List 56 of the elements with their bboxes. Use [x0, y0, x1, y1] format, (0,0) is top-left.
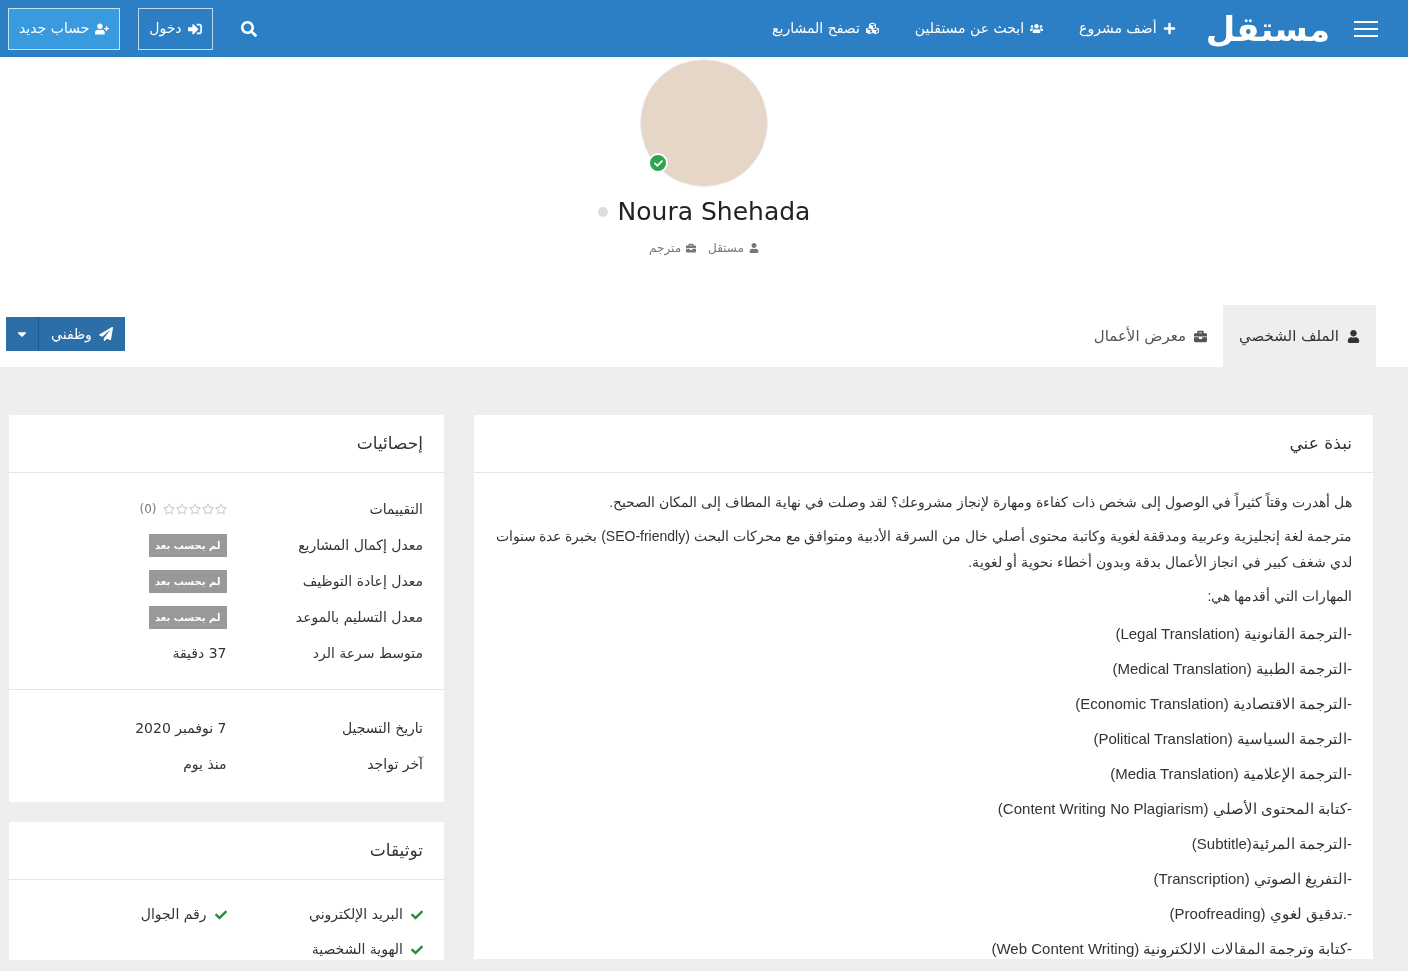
status-label: لم يحسب بعد: [149, 533, 227, 557]
skill-line: -.تدقيق لغوي (Proofreading): [1168, 904, 1352, 924]
about-paragraph: مترجمة لغة إنجليزية وعربية ومدققة لغوية وكاتبة محتوى أصلي خال من السرقة الأدبية ومتوافق مع محركات البحث (SEO-friendly) بخبرة عدة سنوات لدي شغف كبير في انجاز الأعمال بدقة وبدون أخطاء نحوية أو لغوية.: [495, 526, 1352, 573]
menu-icon[interactable]: [1354, 20, 1378, 37]
user-icon: [1347, 329, 1360, 343]
skill-line: -الترجمة المرئية(Subtitle): [1190, 834, 1352, 854]
user-icon: [749, 242, 759, 253]
status-label: لم يحسب بعد: [149, 605, 227, 629]
skill-line: -الترجمة الطبية (Medical Translation): [1111, 659, 1352, 679]
about-paragraph: المهارات التي أقدمها هي:: [1206, 586, 1352, 607]
site-logo[interactable]: مستقل: [1205, 11, 1330, 46]
nav-link[interactable]: أضف مشروع: [1079, 18, 1176, 39]
nav-link[interactable]: ابحث عن مستقلين: [914, 18, 1044, 39]
signup-button[interactable]: حساب جديد: [8, 7, 121, 50]
stat-label: معدل إعادة التوظيف: [301, 571, 423, 592]
cubes-icon: [865, 22, 879, 35]
user-plus-icon: [95, 21, 110, 36]
verification-label: الهوية الشخصية: [311, 940, 403, 960]
profile-meta: مترجم: [649, 239, 682, 257]
nav-link[interactable]: تصفح المشاريع: [772, 18, 879, 39]
stat-label: معدل التسليم بالموعد: [294, 607, 423, 628]
profile-name: Noura Shehada: [617, 196, 811, 228]
skill-line: -الترجمة القانونية (Legal Translation): [1114, 624, 1352, 644]
skill-line: -التفريغ الصوتي (Transcription): [1152, 869, 1352, 889]
login-button[interactable]: دخول: [138, 7, 213, 50]
profile-meta: مستقل: [708, 239, 744, 257]
stat-label: آخر تواجد: [366, 754, 423, 775]
paper-plane-icon: [98, 327, 113, 341]
hire-button[interactable]: وظفني: [6, 317, 125, 351]
stat-label: معدل إكمال المشاريع: [297, 535, 423, 556]
verification-label: البريد الإلكتروني: [309, 905, 403, 925]
skill-line: -الترجمة السياسية (Political Translation): [1092, 729, 1352, 749]
skill-line: -كتابة المحتوى الأصلي (Content Writing No Plagiarism): [996, 799, 1352, 819]
briefcase-icon: [1194, 329, 1207, 343]
card-title: توثيقات: [9, 822, 444, 880]
card-title: إحصائيات: [9, 415, 444, 473]
skill-line: -الترجمة الإعلامية (Media Translation): [1109, 764, 1352, 784]
search-icon[interactable]: [240, 20, 257, 37]
verification-label: رقم الجوال: [140, 905, 207, 925]
skill-line: -الترجمة الاقتصادية (Economic Translation): [1074, 694, 1352, 714]
plus-icon: [1162, 22, 1176, 35]
stat-value: منذ يوم: [182, 754, 227, 775]
card-title: نبذة عني: [474, 415, 1373, 473]
stat-value: 7 نوفمبر 2020: [134, 718, 227, 739]
stat-label: التقييمات: [368, 499, 423, 519]
stat-label: تاريخ التسجيل: [340, 718, 423, 739]
about-paragraph: هل أهدرت وقتاً كثيراً في الوصول إلى شخص ذات كفاءة ومهارة لإنجاز مشروعك؟ لقد وصلت في نهاية المطاف إلى المكان الصحيح.: [608, 491, 1352, 513]
sign-in-icon: [187, 21, 202, 36]
stat-label: متوسط سرعة الرد: [311, 643, 423, 664]
skill-line: -كتابة وترجمة المقالات الالكترونية (Web Content Writing): [990, 939, 1352, 959]
briefcase-icon: [686, 242, 697, 253]
stat-value: 37 دقيقة: [171, 643, 227, 663]
status-label: لم يحسب بعد: [149, 569, 227, 593]
rating-count: (0): [139, 501, 157, 518]
users-icon: [1030, 22, 1044, 35]
profile-tab[interactable]: الملف الشخصي: [1223, 305, 1376, 367]
